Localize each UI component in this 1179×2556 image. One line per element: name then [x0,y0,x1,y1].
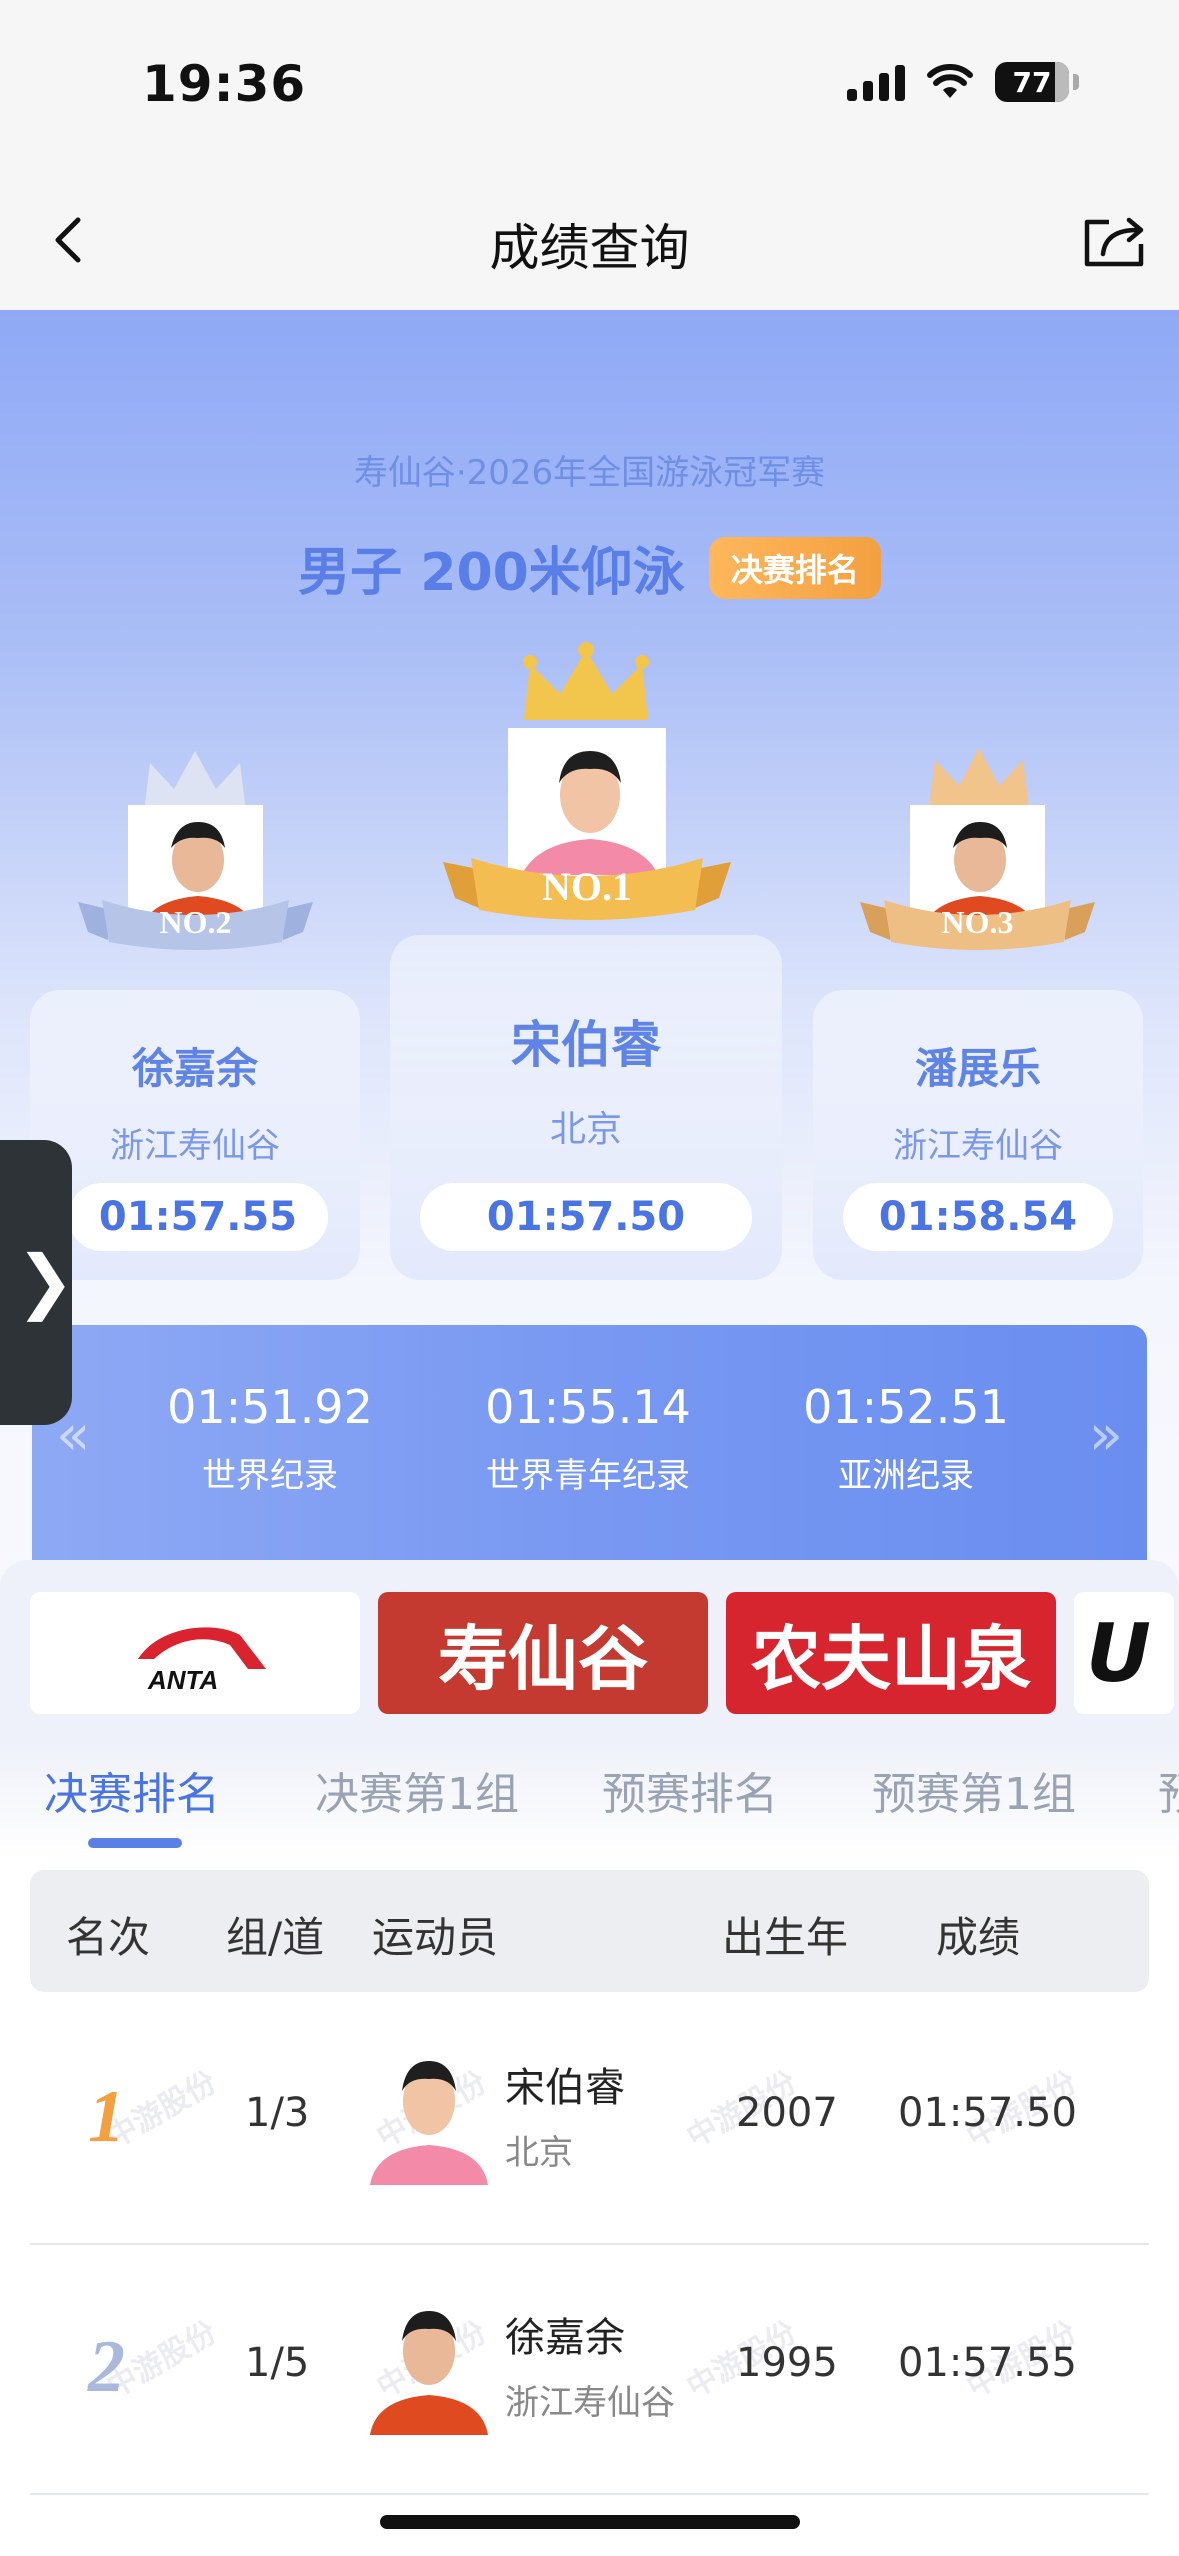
ribbon-text-first: NO.1 [542,863,632,909]
record-label: 世界青年纪录 [486,1456,690,1496]
athlete-name: 徐嘉余 [505,2315,625,2361]
battery-level: 77 [1012,65,1052,99]
col-athlete: 运动员 [372,1913,499,1962]
wifi-icon [927,64,973,98]
result-time: 01:57.55 [898,2340,1077,2386]
records-next-icon[interactable]: » [1089,1403,1123,1468]
sponsor-shouxiangu-logo[interactable]: 寿仙谷 [378,1592,708,1714]
birth-year: 1995 [736,2340,838,2386]
result-tabs: 决赛排名 决赛第1组 预赛排名 预赛第1组 预 [0,1740,1179,1860]
home-indicator[interactable] [380,2515,800,2529]
record-label: 世界纪录 [202,1456,338,1496]
podium-name-first: 宋伯睿 [511,1016,661,1074]
event-title-row: 男子 200米仰泳 决赛排名 [0,530,1179,605]
record-time: 01:55.14 [485,1380,691,1434]
record-world-junior: 01:55.14 世界青年纪录 [438,1380,738,1497]
competition-name: 寿仙谷·2026年全国游泳冠军赛 [353,453,826,493]
record-label: 亚洲纪录 [838,1456,974,1496]
col-result: 成绩 [936,1913,1021,1962]
sponsor-u-text: U [1086,1606,1151,1700]
record-asia: 01:52.51 亚洲纪录 [756,1380,1056,1497]
status-time: 19:36 [142,55,307,113]
results-table-header: 名次 组/道 运动员 出生年 成绩 [30,1870,1149,1992]
sponsor-shouxiangu-text: 寿仙谷 [438,1616,648,1700]
sponsor-u-logo[interactable]: U [1074,1592,1174,1714]
result-time: 01:57.50 [898,2090,1077,2136]
avatar [370,2045,488,2185]
bronze-crown-icon [929,748,1029,808]
rank-number: 1 [88,2076,125,2158]
athlete-team: 北京 [505,2133,573,2173]
tab-final-group-1[interactable]: 决赛第1组 [315,1758,519,1822]
podium-team-third: 浙江寿仙谷 [893,1126,1063,1166]
tab-final-ranking[interactable]: 决赛排名 [44,1758,220,1822]
table-row[interactable]: 中游股份 中游股份 中游股份 中游股份 1 1/3 宋伯睿 北京 2007 01… [30,1995,1149,2245]
record-world: 01:51.92 世界纪录 [120,1380,420,1497]
gold-crown-icon [523,642,649,720]
rank-ribbon-second: NO.2 [78,892,313,952]
sponsor-nongfu-logo[interactable]: 农夫山泉 [726,1592,1056,1714]
tab-heat-group-1[interactable]: 预赛第1组 [872,1758,1076,1822]
cellular-signal-icon [847,63,905,101]
tab-more[interactable]: 预 [1158,1758,1179,1822]
status-icons: 77 [847,62,1079,102]
podium-time-first: 01:57.50 [420,1183,752,1251]
battery-cap [1073,74,1079,90]
heat-lane: 1/5 [245,2340,310,2386]
col-heat-lane: 组/道 [226,1913,325,1962]
athlete-team: 浙江寿仙谷 [505,2383,675,2423]
tab-heat-ranking[interactable]: 预赛排名 [602,1758,778,1822]
podium-team-first: 北京 [549,1109,622,1150]
podium-team-second: 浙江寿仙谷 [110,1126,280,1166]
active-tab-indicator [88,1838,182,1848]
rank-number: 2 [88,2326,125,2408]
ribbon-text-third: NO.3 [941,903,1014,940]
avatar [370,2295,488,2435]
final-ranking-badge: 决赛排名 [708,536,881,599]
nav-bar: 成绩查询 [0,170,1179,310]
page-title: 成绩查询 [489,219,690,277]
table-row[interactable]: 中游股份 中游股份 中游股份 中游股份 2 1/5 徐嘉余 浙江寿仙谷 1995… [30,2245,1149,2495]
podium-time-third: 01:58.54 [843,1183,1113,1251]
records-panel: « 01:51.92 世界纪录 01:55.14 世界青年纪录 01:52.51… [32,1325,1147,1565]
record-time: 01:51.92 [167,1380,373,1434]
col-rank: 名次 [66,1913,151,1962]
event-title: 男子 200米仰泳 [298,543,685,603]
sponsor-nongfu-text: 农夫山泉 [751,1616,1031,1700]
status-bar: 19:36 77 [0,0,1179,170]
sponsor-anta-text: ANTA [147,1665,218,1693]
chevron-right-icon: ❯ [16,1240,75,1322]
side-drawer-handle[interactable]: ❯ [0,1140,75,1425]
col-birth-year: 出生年 [722,1913,849,1962]
podium-time-second: 01:57.55 [68,1183,328,1251]
podium-name-second: 徐嘉余 [131,1044,258,1093]
podium-name-third: 潘展乐 [914,1044,1041,1093]
rank-ribbon-third: NO.3 [860,892,1095,952]
sponsor-anta-logo[interactable]: ANTA [30,1592,360,1714]
birth-year: 2007 [736,2090,838,2136]
sponsor-strip: ANTA 寿仙谷 农夫山泉 U [0,1560,1179,1740]
heat-lane: 1/3 [245,2090,310,2136]
ribbon-text-second: NO.2 [159,903,232,940]
rank-ribbon-first: NO.1 [443,850,731,922]
record-time: 01:52.51 [803,1380,1009,1434]
athlete-name: 宋伯睿 [505,2065,625,2111]
battery-icon: 77 [995,62,1069,102]
share-icon[interactable] [1079,210,1149,270]
